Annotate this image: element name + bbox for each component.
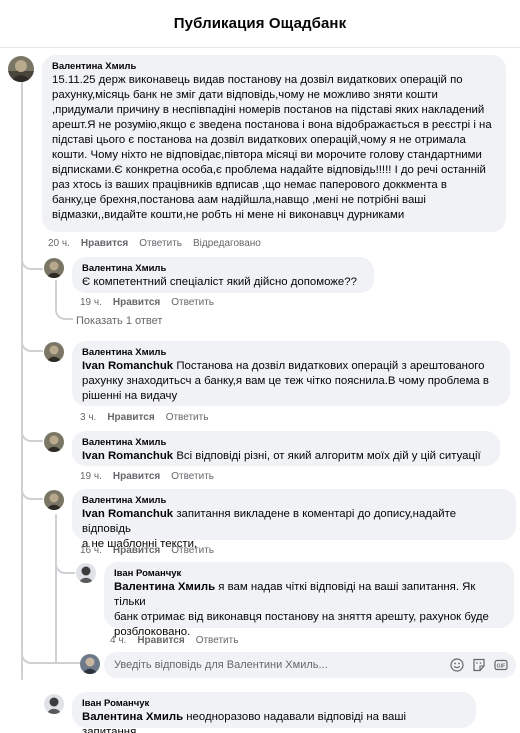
thread-line-sub-4: [55, 514, 57, 664]
reply-input[interactable]: Уведіть відповідь для Валентини Хмиль...…: [104, 652, 516, 678]
reply-time[interactable]: 19 ч.: [80, 470, 102, 484]
avatar[interactable]: [76, 563, 96, 583]
reply-bubble: Валентина Хмиль Ivan Romanchuk Всі відпо…: [72, 431, 500, 466]
like-button[interactable]: Нравится: [107, 411, 154, 425]
person-avatar-icon: [44, 342, 64, 362]
page-header: Публикация Ощадбанк: [0, 0, 520, 48]
edited-label: Відредаговано: [193, 238, 261, 249]
thread-curve-1: [21, 258, 43, 270]
gif-icon[interactable]: GIF: [494, 658, 508, 672]
person-avatar-icon: [44, 258, 64, 278]
reply-text: Ivan Romanchuk Всі відповіді різні, от я…: [82, 450, 481, 462]
reply-author[interactable]: Іван Романчук: [82, 697, 466, 710]
reply-bubble: Валентина Хмиль Ivan Romanchuk запитання…: [72, 489, 516, 550]
thread-curve-sub-4: [55, 562, 75, 574]
thread-line-main: [21, 80, 23, 680]
reply-bubble: Валентина Хмиль Ivan Romanchuk Постанова…: [72, 341, 510, 406]
like-button[interactable]: Нравится: [113, 470, 160, 484]
reply-bubble: Іван Романчук Валентина Хмиль неодноразо…: [72, 692, 476, 733]
reply-bubble: Валентина Хмиль Є компетентний спеціаліс…: [72, 257, 374, 293]
show-replies-link[interactable]: Показать 1 ответ: [76, 315, 162, 327]
thread-curve-5: [21, 652, 81, 664]
current-user-avatar: [80, 654, 100, 674]
like-button[interactable]: Нравится: [113, 544, 160, 558]
emoji-icon[interactable]: [450, 658, 464, 672]
thread-line-sub-1: [55, 280, 57, 308]
mention-link[interactable]: Ivan Romanchuk: [82, 360, 173, 372]
reply-time[interactable]: 4 ч.: [110, 634, 126, 648]
mention-link[interactable]: Валентина Хмиль: [82, 711, 183, 723]
comment-bubble: Валентина Хмиль 15.11.25 держ виконавець…: [42, 55, 506, 232]
person-avatar-icon: [44, 432, 64, 452]
reply-text: Валентина Хмиль неодноразово надавали ві…: [82, 711, 407, 733]
avatar[interactable]: [44, 694, 64, 714]
comment-author[interactable]: Валентина Хмиль: [52, 60, 496, 73]
thread-curve-2: [21, 340, 43, 352]
person-avatar-icon: [44, 694, 64, 714]
avatar[interactable]: [44, 258, 64, 278]
reply-actions: 4 ч. Нравится Ответить: [110, 634, 238, 648]
reply-author[interactable]: Іван Романчук: [114, 567, 504, 580]
avatar[interactable]: [8, 56, 34, 82]
reply-time[interactable]: 19 ч.: [80, 296, 102, 310]
mention-link[interactable]: Валентина Хмиль: [114, 581, 215, 593]
mention-link[interactable]: Ivan Romanchuk: [82, 508, 173, 520]
reply-actions: 16 ч. Нравится Ответить: [80, 544, 214, 558]
reply-text: Ivan Romanchuk Постанова на дозвіл видат…: [82, 360, 489, 402]
nested-reply-bubble: Іван Романчук Валентина Хмиль я вам нада…: [104, 562, 514, 638]
page-title: Публикация Ощадбанк: [173, 15, 347, 32]
sticker-icon[interactable]: [472, 658, 486, 672]
person-avatar-icon: [80, 654, 100, 674]
reply-time[interactable]: 3 ч.: [80, 411, 96, 425]
like-button[interactable]: Нравится: [81, 237, 128, 251]
comment-text: 15.11.25 держ виконавець видав постанову…: [52, 74, 492, 221]
svg-text:GIF: GIF: [497, 664, 506, 670]
avatar[interactable]: [44, 432, 64, 452]
person-avatar-icon: [8, 56, 34, 82]
reply-button[interactable]: Ответить: [171, 544, 214, 558]
person-avatar-icon: [44, 490, 64, 510]
thread-curve-3: [21, 430, 43, 442]
reply-text: Є компетентний спеціаліст який дійсно до…: [82, 276, 357, 288]
avatar[interactable]: [44, 342, 64, 362]
reply-author[interactable]: Валентина Хмиль: [82, 436, 490, 449]
reply-actions: 19 ч. Нравится Ответить: [80, 296, 214, 310]
comment-time[interactable]: 20 ч.: [48, 237, 70, 251]
reply-button[interactable]: Ответить: [171, 296, 214, 310]
reply-author[interactable]: Валентина Хмиль: [82, 494, 506, 507]
person-avatar-icon: [76, 563, 96, 583]
like-button[interactable]: Нравится: [113, 296, 160, 310]
reply-actions: 3 ч. Нравится Ответить: [80, 411, 208, 425]
input-icons: GIF: [450, 658, 508, 672]
thread-curve-sub-1: [55, 308, 73, 320]
reply-author[interactable]: Валентина Хмиль: [82, 346, 500, 359]
reply-button[interactable]: Ответить: [171, 470, 214, 484]
reply-button[interactable]: Ответить: [139, 237, 182, 251]
comment-actions: 20 ч. Нравится Ответить Відредаговано: [48, 237, 261, 251]
reply-author[interactable]: Валентина Хмиль: [82, 262, 364, 275]
reply-button[interactable]: Ответить: [196, 634, 239, 648]
mention-link[interactable]: Ivan Romanchuk: [82, 450, 173, 462]
thread-curve-4: [21, 488, 43, 500]
like-button[interactable]: Нравится: [137, 634, 184, 648]
reply-actions: 19 ч. Нравится Ответить: [80, 470, 214, 484]
avatar[interactable]: [44, 490, 64, 510]
reply-input-placeholder: Уведіть відповідь для Валентини Хмиль...: [114, 659, 328, 671]
reply-time[interactable]: 16 ч.: [80, 544, 102, 558]
reply-button[interactable]: Ответить: [166, 411, 209, 425]
reply-text: Валентина Хмиль я вам надав чіткі відпов…: [114, 581, 489, 638]
